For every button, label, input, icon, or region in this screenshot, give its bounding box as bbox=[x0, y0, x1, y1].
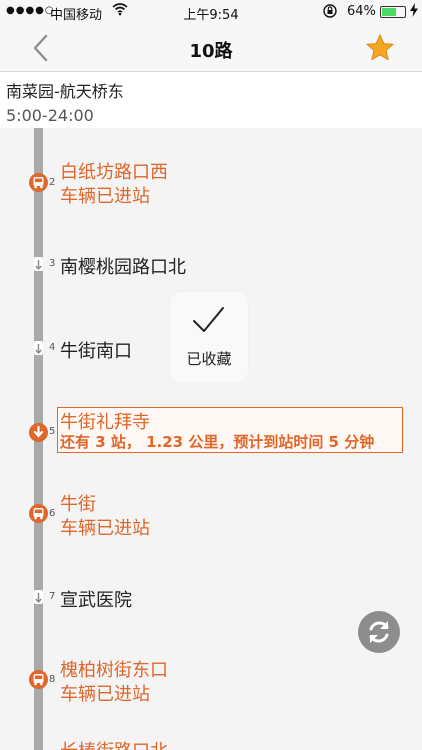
stop-name: 南樱桃园路口北 bbox=[60, 257, 186, 278]
charging-icon bbox=[410, 3, 418, 20]
stop-name: 牛街南口 bbox=[60, 341, 132, 362]
bus-icon bbox=[29, 504, 48, 523]
stop-name: 宣武医院 bbox=[60, 590, 132, 611]
battery-icon bbox=[380, 6, 406, 18]
stop-number: 7 bbox=[49, 591, 56, 602]
stop-number: 4 bbox=[49, 342, 56, 353]
toast-message: 已收藏 bbox=[186, 350, 232, 368]
star-icon bbox=[365, 33, 395, 61]
arrow-down-icon bbox=[34, 590, 43, 604]
stop-list[interactable]: 2 白纸坊路口西 车辆已进站 3 南樱桃园路口北 4 牛街南口 5 牛街礼拜寺 … bbox=[0, 128, 422, 750]
stop-number: 3 bbox=[49, 258, 56, 269]
checkmark-icon bbox=[193, 307, 224, 332]
location-pin-icon bbox=[29, 423, 48, 442]
arrow-down-icon bbox=[34, 257, 43, 271]
route-hours: 5:00-24:00 bbox=[6, 106, 94, 125]
arrival-estimate: 还有 3 站， 1.23 公里，预计到站时间 5 分钟 bbox=[60, 433, 375, 451]
route-header: 南菜园-航天桥东 5:00-24:00 bbox=[0, 72, 422, 128]
refresh-icon bbox=[369, 621, 389, 643]
status-bar: ●●●●○ 中国移动 上午9:54 64% bbox=[0, 0, 422, 24]
bus-icon bbox=[29, 173, 48, 192]
route-name: 南菜园-航天桥东 bbox=[6, 82, 124, 101]
stop-name: 白纸坊路口西 bbox=[60, 162, 168, 183]
refresh-button[interactable] bbox=[358, 611, 400, 653]
navigation-bar: 10路 bbox=[0, 24, 422, 72]
battery-percent: 64% bbox=[347, 4, 376, 19]
stop-number: 6 bbox=[49, 508, 56, 519]
stop-status: 车辆已进站 bbox=[60, 186, 150, 207]
stop-name: 牛街 bbox=[60, 494, 96, 515]
stop-number: 8 bbox=[49, 674, 56, 685]
stop-name: 长椿街路口北 bbox=[60, 737, 168, 750]
stop-status: 车辆已进站 bbox=[60, 518, 150, 539]
page-title: 10路 bbox=[189, 41, 233, 62]
bus-icon bbox=[29, 670, 48, 689]
stop-name: 槐柏树街东口 bbox=[60, 660, 168, 681]
rotation-lock-icon bbox=[322, 3, 338, 22]
stop-number: 5 bbox=[49, 426, 56, 437]
arrow-down-icon bbox=[34, 341, 43, 355]
favorite-toast: 已收藏 bbox=[170, 292, 248, 382]
stop-status: 车辆已进站 bbox=[60, 684, 150, 705]
stop-number: 2 bbox=[49, 177, 56, 188]
favorite-button[interactable] bbox=[364, 33, 396, 63]
